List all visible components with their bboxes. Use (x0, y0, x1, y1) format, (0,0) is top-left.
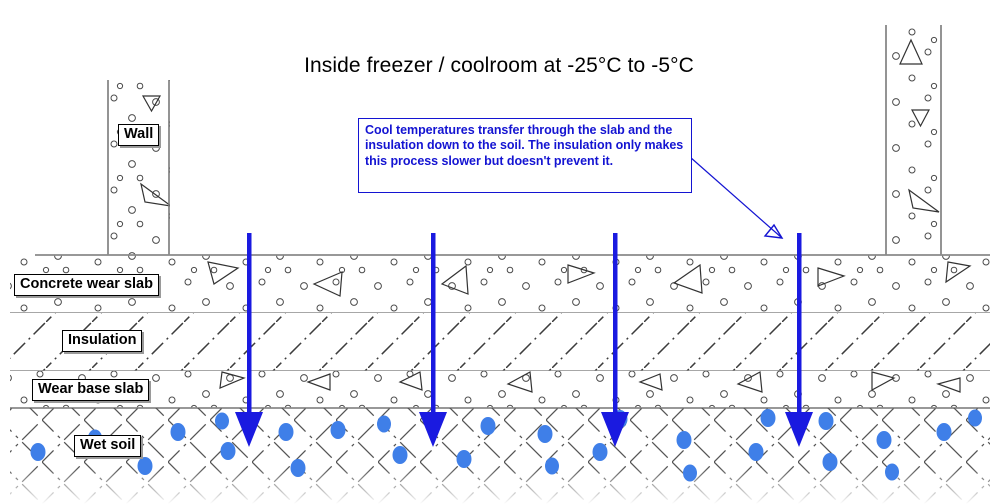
diagram-title: Inside freezer / coolroom at -25°C to -5… (304, 54, 694, 77)
callout-text: Cool temperatures transfer through the s… (365, 123, 684, 168)
cold-transfer-arrow (785, 233, 813, 447)
layer-wear-base-slab (10, 371, 990, 409)
label-insulation: Insulation (62, 330, 143, 352)
callout-box: Cool temperatures transfer through the s… (358, 118, 692, 193)
cold-transfer-arrow (419, 233, 447, 447)
label-wall: Wall (118, 124, 160, 146)
label-concrete-wear-slab: Concrete wear slab (14, 274, 159, 296)
diagram-canvas: Inside freezer / coolroom at -25°C to -5… (0, 0, 998, 504)
wall-left (107, 80, 170, 255)
callout-leader-line (689, 156, 784, 239)
layer-insulation (10, 313, 990, 372)
layer-wet-soil (10, 408, 990, 504)
label-wear-base-slab: Wear base slab (32, 379, 150, 401)
water-droplets (30, 409, 982, 482)
cold-transfer-arrows (235, 233, 813, 447)
label-wet-soil: Wet soil (74, 435, 142, 457)
cold-transfer-arrow (601, 233, 629, 447)
cold-transfer-arrow (235, 233, 263, 447)
